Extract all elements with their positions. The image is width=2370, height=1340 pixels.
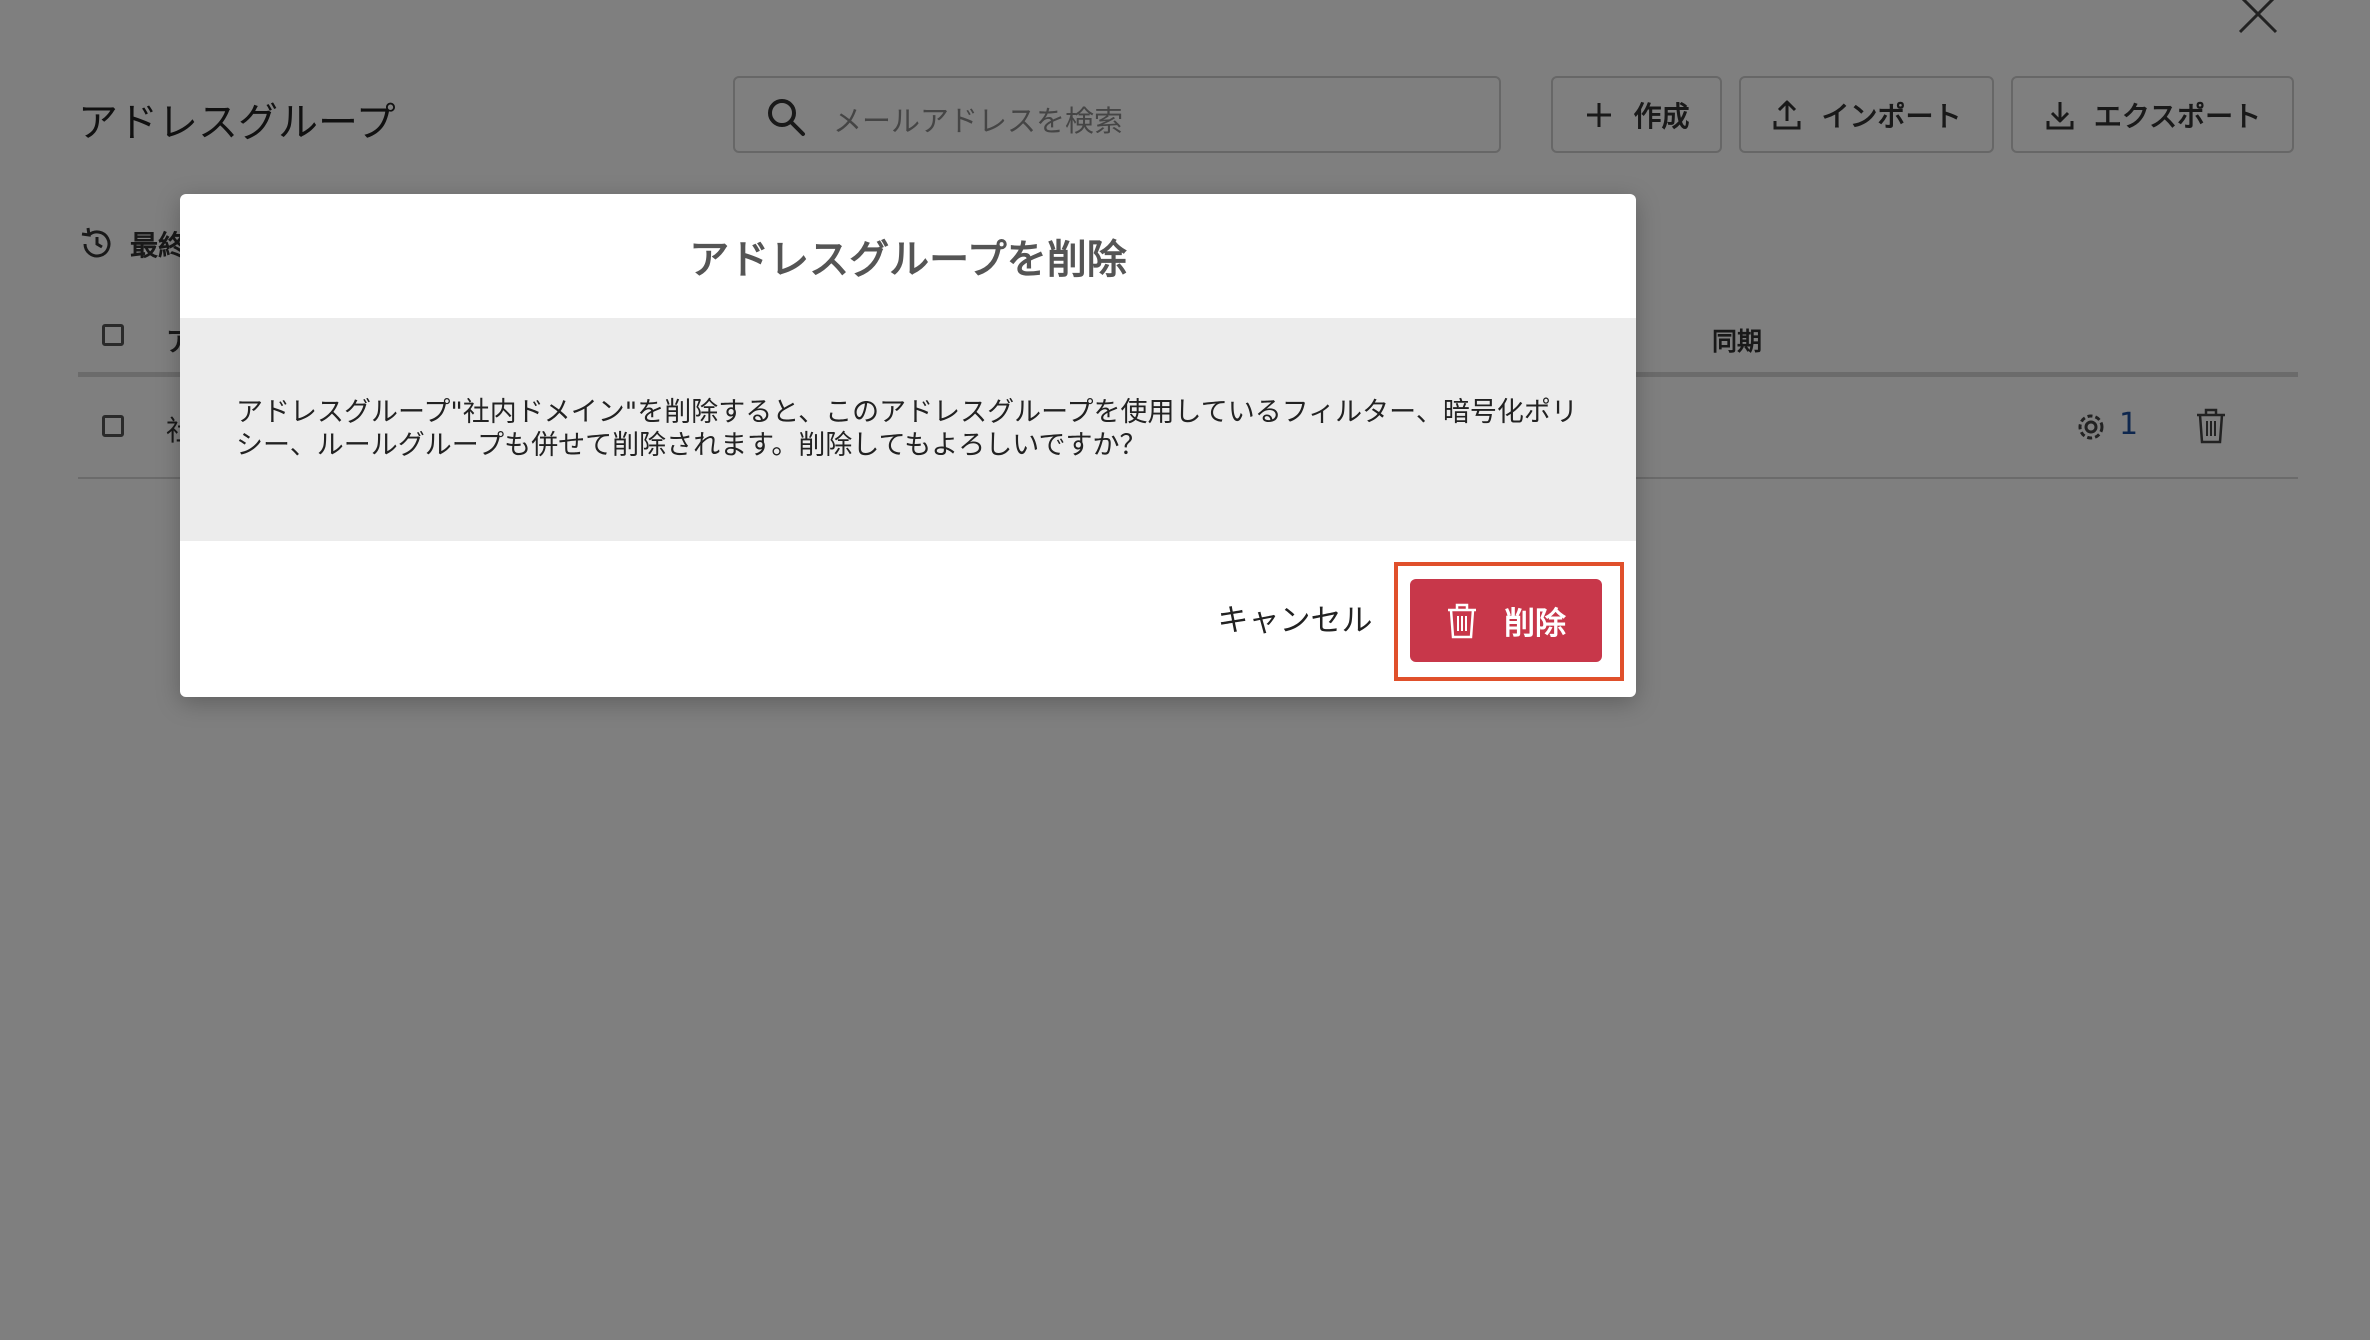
dialog-message: アドレスグループ"社内ドメイン"を削除すると、このアドレスグループを使用している… [236,397,1578,461]
dialog-body: アドレスグループ"社内ドメイン"を削除すると、このアドレスグループを使用している… [180,318,1636,541]
delete-button[interactable]: 削除 [1410,579,1602,662]
delete-label: 削除 [1504,606,1566,642]
cancel-button[interactable]: キャンセル [1196,587,1394,647]
delete-confirm-dialog: アドレスグループを削除 アドレスグループ"社内ドメイン"を削除すると、このアドレ… [180,194,1636,697]
trash-icon [1448,603,1476,638]
dialog-title: アドレスグループを削除 [689,237,1127,283]
dialog-header: アドレスグループを削除 [180,194,1636,318]
